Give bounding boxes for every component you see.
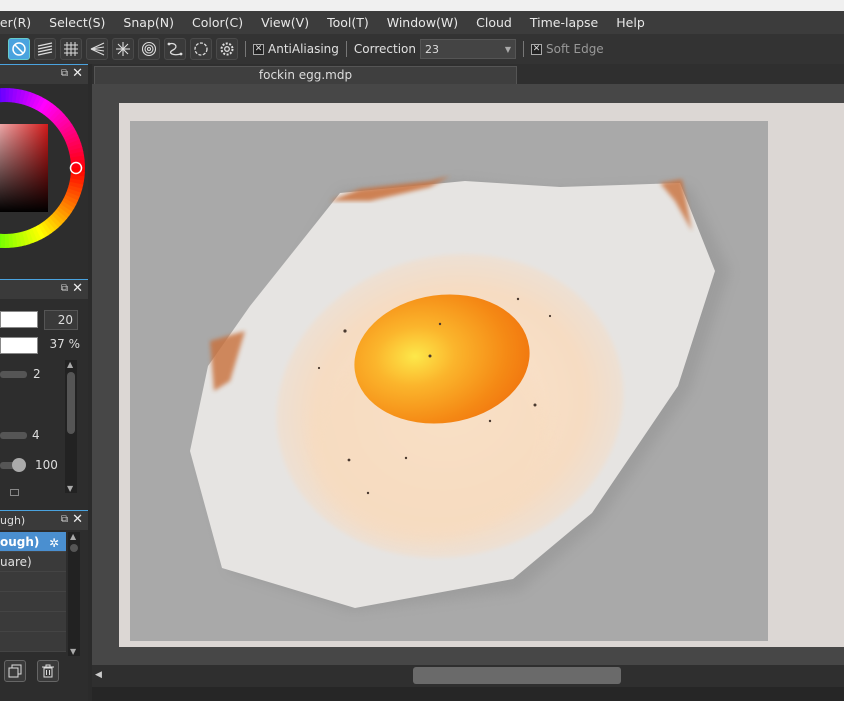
duplicate-icon [8, 664, 22, 678]
layer-name: ough) [0, 535, 40, 549]
size-bar[interactable] [0, 311, 38, 328]
status-bar [92, 687, 844, 701]
perspective-icon [90, 42, 105, 56]
layer-row[interactable] [0, 612, 66, 632]
correction-value: 23 [425, 42, 439, 56]
color-wheel[interactable] [0, 84, 88, 278]
layer-name: uare) [0, 555, 32, 569]
snap-radial-button[interactable] [112, 38, 134, 60]
grid-icon [64, 42, 78, 56]
brush-slider-1-value: 2 [33, 367, 41, 381]
brush-slider-3-value: 100 [35, 458, 58, 472]
duplicate-layer-button[interactable] [4, 660, 26, 682]
snap-off-icon [12, 42, 26, 56]
menu-window[interactable]: Window(W) [378, 15, 467, 30]
egg-painting [190, 176, 730, 611]
menu-snap[interactable]: Snap(N) [114, 15, 183, 30]
canvas-frame [119, 103, 844, 647]
delete-layer-button[interactable] [37, 660, 59, 682]
layer-row[interactable] [0, 632, 66, 652]
toolbar-separator [523, 41, 524, 57]
toolbar-separator [345, 41, 347, 57]
layer-row[interactable]: uare) [0, 552, 66, 572]
radial-lines-icon [116, 42, 130, 56]
ellipse-icon [194, 42, 208, 56]
close-icon[interactable]: ✕ [72, 281, 83, 296]
snap-concentric-button[interactable] [138, 38, 160, 60]
close-icon[interactable]: ✕ [72, 66, 83, 81]
document-tabbar: fockin egg.mdp [92, 64, 844, 84]
scroll-left-icon[interactable]: ◀ [95, 670, 102, 680]
menu-filter[interactable]: ter(R) [0, 15, 40, 30]
menu-view[interactable]: View(V) [252, 15, 318, 30]
scroll-up-icon[interactable]: ▲ [67, 360, 73, 369]
brush-slider-1[interactable] [0, 371, 27, 378]
color-wheel-panel [0, 84, 88, 278]
slider-handle[interactable] [12, 458, 26, 472]
menu-cloud[interactable]: Cloud [467, 15, 521, 30]
opacity-bar[interactable] [0, 337, 38, 354]
snap-off-button[interactable] [8, 38, 30, 60]
soft-edge-checkbox[interactable]: ✕ [531, 43, 542, 55]
layer-actions [0, 659, 88, 683]
scroll-up-icon[interactable]: ▲ [70, 532, 76, 541]
menu-color[interactable]: Color(C) [183, 15, 252, 30]
scroll-thumb[interactable] [70, 544, 78, 552]
toolbar-separator [245, 41, 246, 57]
layer-settings-icon[interactable]: ✲ [49, 536, 59, 550]
expand-icon[interactable] [10, 489, 19, 496]
size-input[interactable]: 20 [44, 310, 78, 330]
brush-panel: 20 37 % 2 4 100 ▲ ▼ [0, 300, 88, 507]
layers-scrollbar[interactable]: ▲ ▼ [68, 532, 80, 656]
menu-timelapse[interactable]: Time-lapse [521, 15, 607, 30]
popout-icon[interactable]: ⧉ [61, 68, 68, 79]
layer-row[interactable] [0, 592, 66, 612]
snap-vanishing-point-button[interactable] [86, 38, 108, 60]
trash-icon [42, 664, 54, 678]
curve-icon [167, 42, 183, 56]
snap-ellipse-button[interactable] [190, 38, 212, 60]
document-area: fockin egg.mdp ◀ [92, 64, 844, 701]
snap-parallel-button[interactable] [34, 38, 56, 60]
snap-toolbar: ✕ AntiAliasing Correction 23 ▼ ✕ Soft Ed… [0, 34, 844, 64]
snap-curve-button[interactable] [164, 38, 186, 60]
scroll-thumb[interactable] [67, 372, 75, 434]
popout-icon[interactable]: ⧉ [61, 283, 68, 294]
menu-tool[interactable]: Tool(T) [318, 15, 378, 30]
window-top-strip [0, 0, 844, 11]
antialiasing-label: AntiAliasing [268, 42, 339, 56]
correction-select[interactable]: 23 ▼ [420, 39, 516, 59]
document-tab[interactable]: fockin egg.mdp [94, 66, 517, 84]
soft-edge-label: Soft Edge [546, 42, 604, 56]
brush-slider-2[interactable] [0, 432, 27, 439]
menu-select[interactable]: Select(S) [40, 15, 114, 30]
brush-panel-header: ⧉ ✕ [0, 279, 88, 299]
chevron-down-icon: ▼ [504, 44, 511, 54]
antialiasing-checkbox[interactable]: ✕ [253, 43, 264, 55]
correction-label: Correction [353, 42, 416, 56]
gear-icon [220, 42, 234, 56]
layers-panel: ough) ✲ uare) ▲ ▼ [0, 510, 88, 660]
snap-settings-button[interactable] [216, 38, 238, 60]
layer-row[interactable] [0, 572, 66, 592]
concentric-circles-icon [141, 41, 157, 57]
scroll-down-icon[interactable]: ▼ [70, 647, 76, 656]
brush-slider-2-value: 4 [32, 428, 40, 442]
parallel-lines-icon [37, 42, 53, 56]
color-panel-header: ⧉ ✕ [0, 64, 88, 84]
drawing-canvas[interactable] [130, 121, 768, 641]
menu-help[interactable]: Help [607, 15, 654, 30]
brush-panel-scrollbar[interactable]: ▲ ▼ [65, 360, 77, 493]
menu-bar: ter(R) Select(S) Snap(N) Color(C) View(V… [0, 11, 844, 34]
horizontal-scrollbar[interactable]: ◀ [92, 665, 844, 687]
opacity-value: 37 % [49, 337, 81, 351]
scroll-thumb[interactable] [413, 667, 621, 684]
snap-grid-button[interactable] [60, 38, 82, 60]
scroll-down-icon[interactable]: ▼ [67, 484, 73, 493]
